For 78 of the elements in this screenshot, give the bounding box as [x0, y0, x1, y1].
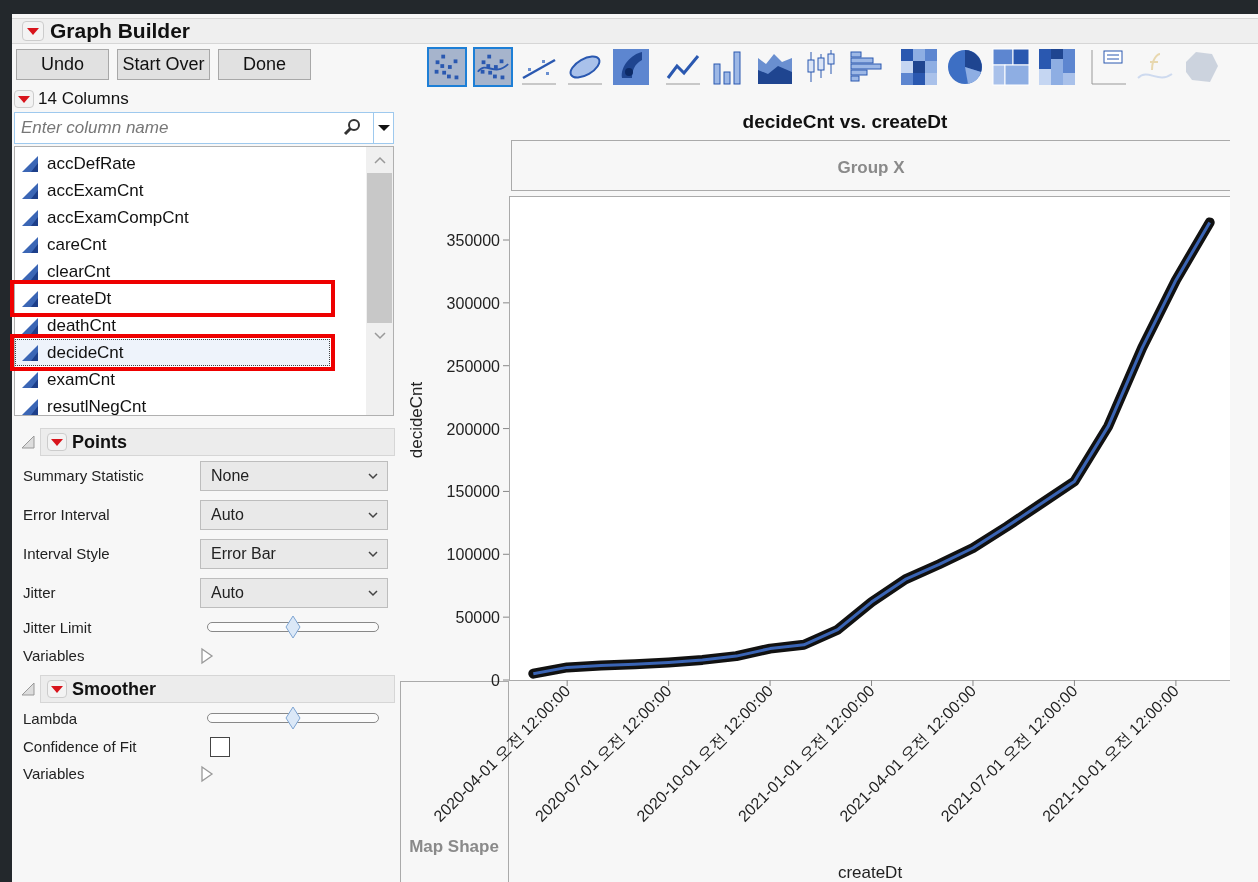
continuous-column-icon	[21, 262, 39, 281]
y-tick-label: 0	[491, 672, 500, 689]
chevron-icon	[367, 471, 379, 480]
column-item[interactable]: examCnt	[15, 366, 366, 393]
action-button[interactable]: Start Over	[117, 49, 210, 80]
heatmap-graph-button[interactable]	[899, 47, 939, 87]
section-title: Smoother	[72, 678, 156, 700]
option-label: Error Interval	[23, 506, 111, 523]
y-tick-label: 300000	[446, 294, 500, 312]
continuous-column-icon	[21, 154, 39, 173]
column-item[interactable]: deathCnt	[15, 312, 366, 339]
column-item[interactable]: createDt	[15, 285, 330, 312]
points-graph-button[interactable]	[427, 47, 467, 87]
map-shape-label: Map Shape	[409, 837, 499, 856]
expand-arrow-icon[interactable]	[200, 764, 214, 783]
chevron-icon	[367, 588, 379, 597]
column-item[interactable]: accExamCnt	[15, 177, 366, 204]
option-label: Jitter Limit	[23, 618, 93, 636]
search-icon	[342, 118, 362, 138]
continuous-column-icon	[21, 370, 39, 389]
chevron-icon	[367, 510, 379, 519]
continuous-column-icon	[21, 289, 39, 308]
continuous-column-icon	[21, 316, 39, 335]
option-label: Confidence of Fit	[23, 738, 138, 755]
action-button[interactable]: Done	[218, 49, 311, 80]
y-tick-label: 350000	[446, 232, 500, 249]
window-title: Graph Builder	[50, 19, 191, 43]
pie-graph-button[interactable]	[945, 47, 985, 87]
column-item[interactable]: careCnt	[15, 231, 366, 258]
caret-icon	[377, 125, 390, 131]
action-button[interactable]: Undo	[16, 49, 109, 80]
dropdown[interactable]: Error Bar	[200, 538, 388, 569]
treemap-graph-button[interactable]	[991, 47, 1031, 87]
y-axis-title: decideCnt	[407, 381, 426, 459]
slider-thumb[interactable]	[285, 615, 301, 639]
dropdown-button[interactable]	[374, 112, 394, 144]
x-axis-title: createDt	[837, 863, 903, 882]
scrollbar[interactable]	[366, 147, 393, 415]
column-item[interactable]: accDefRate	[15, 150, 366, 177]
contour-graph-button[interactable]	[611, 47, 651, 87]
scrollbar-thumb[interactable]	[367, 173, 392, 323]
option-label: Interval Style	[23, 545, 111, 562]
column-item[interactable]: clearCnt	[15, 258, 366, 285]
y-tick-label: 250000	[446, 357, 500, 375]
continuous-column-icon	[21, 343, 39, 362]
caption-box-graph-button[interactable]	[1089, 47, 1129, 87]
continuous-column-icon	[21, 208, 39, 227]
checkbox[interactable]	[210, 736, 230, 757]
mosaic-graph-button[interactable]	[1037, 47, 1077, 87]
group-x-zone[interactable]	[511, 140, 1230, 191]
continuous-column-icon	[21, 181, 39, 200]
column-item[interactable]: accExamCompCnt	[15, 204, 366, 231]
column-item[interactable]: resutlNegCnt	[15, 393, 366, 420]
chart-title: decideCnt vs. createDt	[742, 111, 948, 132]
columns-count: 14 Columns	[38, 89, 129, 109]
dropdown[interactable]: Auto	[200, 499, 388, 530]
disclosure-icon[interactable]	[20, 681, 36, 697]
option-label: Variables	[23, 765, 86, 782]
expand-arrow-icon[interactable]	[200, 646, 214, 665]
chevron-icon	[367, 549, 379, 558]
y-tick-label: 150000	[446, 483, 500, 501]
smoother-graph-button[interactable]	[473, 47, 513, 87]
y-tick-label: 100000	[446, 546, 500, 564]
dropdown[interactable]: None	[200, 460, 388, 491]
dropdown[interactable]: Auto	[200, 577, 388, 608]
group-x-label: Group X	[837, 158, 905, 177]
option-label: Summary Statistic	[23, 467, 145, 484]
y-tick-label: 50000	[455, 609, 500, 627]
search-field[interactable]: Enter column name	[14, 112, 374, 144]
slider-thumb[interactable]	[285, 706, 301, 730]
option-label: Lambda	[23, 709, 79, 727]
option-label: Variables	[23, 647, 86, 664]
section-title: Points	[72, 431, 127, 453]
disclosure-icon[interactable]	[20, 434, 36, 450]
y-tick-label: 200000	[446, 420, 500, 438]
option-label: Jitter	[23, 584, 57, 601]
continuous-column-icon	[21, 235, 39, 254]
continuous-column-icon	[21, 397, 39, 416]
